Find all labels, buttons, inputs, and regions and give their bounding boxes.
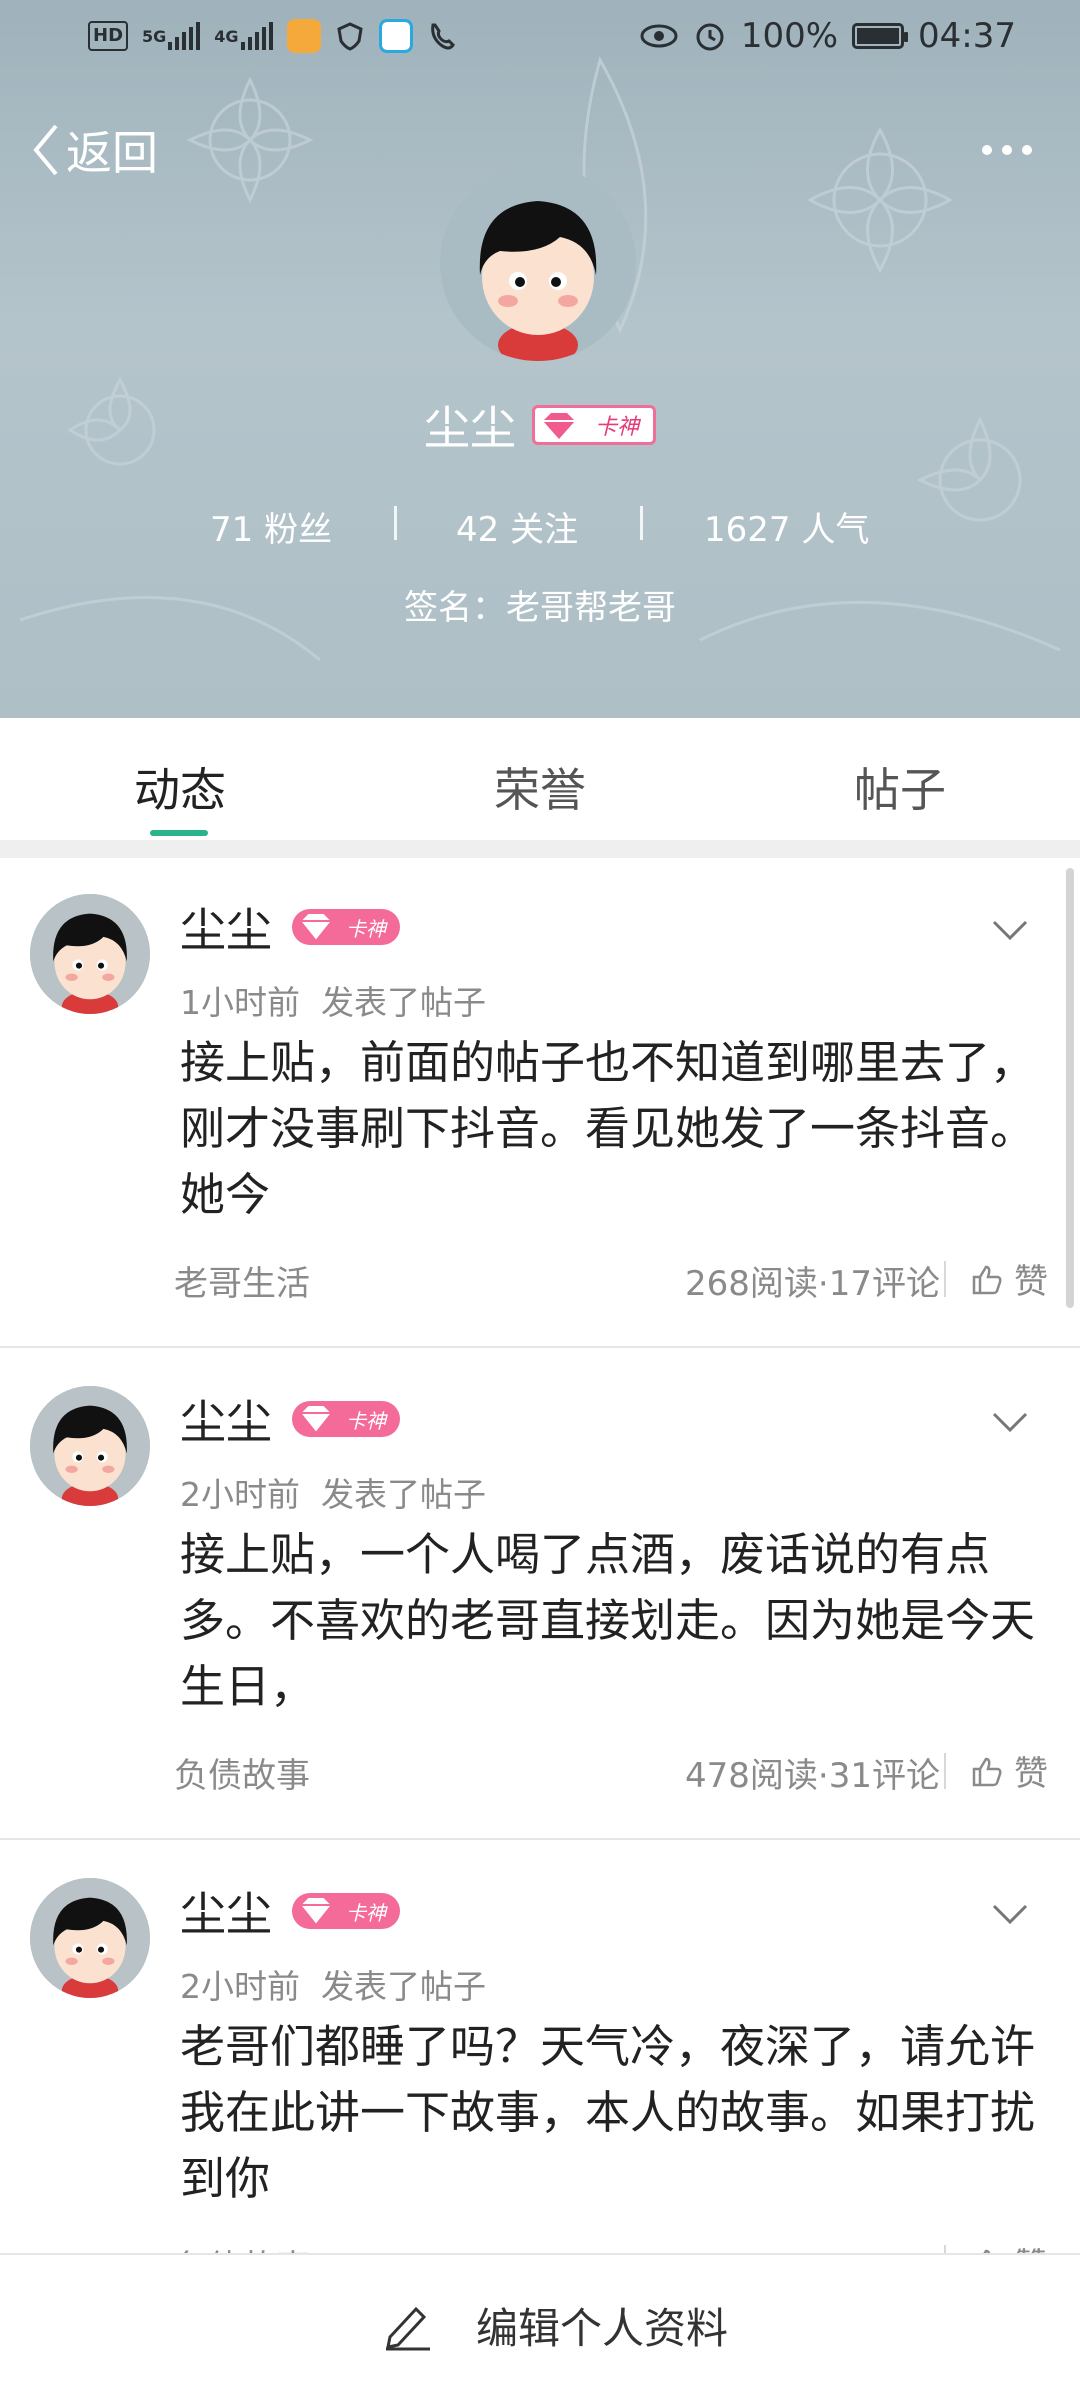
tab-honors[interactable]: 荣誉 — [430, 754, 650, 820]
post-author-row: 尘尘 卡神 — [180, 1386, 400, 1452]
app-notification-icon-2 — [378, 19, 413, 53]
shield-icon — [335, 16, 365, 56]
level-badge[interactable]: 卡神 — [532, 405, 656, 445]
profile-name-row: 尘尘 卡神 — [0, 392, 1080, 458]
fans-count[interactable]: 71 粉丝 — [210, 502, 332, 551]
cartoon-avatar-icon — [479, 201, 597, 361]
post-stats: 268阅读·17评论 — [685, 1264, 940, 1304]
gem-icon — [543, 413, 575, 439]
back-chevron-icon — [33, 124, 58, 176]
more-dots-icon — [982, 145, 992, 155]
eye-icon — [639, 16, 679, 56]
battery-icon — [852, 23, 909, 49]
profile-avatar[interactable] — [440, 165, 636, 361]
profile-username: 尘尘 — [424, 401, 516, 455]
post-avatar[interactable] — [30, 894, 150, 1014]
app-notification-icon — [286, 19, 321, 53]
gem-icon — [298, 912, 334, 943]
back-button[interactable]: 返回 — [30, 118, 158, 182]
cartoon-avatar-icon — [30, 1386, 150, 1506]
post-content[interactable]: 接上贴，一个人喝了点酒，废话说的有点多。不喜欢的老哥直接划走。因为她是今天生日， — [180, 1522, 1050, 1720]
post-meta: 2小时前 发表了帖子 — [180, 1967, 486, 2006]
post-stats: 478阅读·31评论 — [685, 1756, 940, 1796]
post-category[interactable]: 老哥生活 — [174, 1256, 310, 1305]
cartoon-avatar-icon — [30, 1878, 150, 1998]
feed-post[interactable]: 尘尘 卡神 2小时前 发表了帖子 接上贴，一个人喝了点酒，废话说的有点多。不喜欢… — [0, 1350, 1080, 1840]
level-badge[interactable]: 卡神 — [292, 1893, 400, 1929]
popularity-count: 1627 人气 — [704, 510, 870, 550]
post-content[interactable]: 老哥们都睡了吗？天气冷，夜深了，请允许我在此讲一下故事，本人的故事。如果打扰到你 — [180, 2014, 1050, 2212]
sim1-signal-icon: 5G — [142, 16, 201, 56]
section-divider — [0, 840, 1080, 858]
battery-percent: 100% — [740, 16, 839, 56]
tab-posts[interactable]: 帖子 — [790, 754, 1010, 820]
like-button[interactable]: 赞 — [944, 1254, 1048, 1303]
post-author-row: 尘尘 卡神 — [180, 1878, 400, 1944]
post-username[interactable]: 尘尘 — [180, 1386, 272, 1452]
bottom-action-bar: 编辑个人资料 — [0, 2253, 1080, 2400]
tab-dynamics[interactable]: 动态 — [70, 754, 290, 820]
feed-post[interactable]: 尘尘 卡神 1小时前 发表了帖子 接上贴，前面的帖子也不知道到哪里去了，刚才没事… — [0, 858, 1080, 1348]
post-category[interactable]: 负债故事 — [174, 2240, 310, 2253]
back-label: 返回 — [66, 126, 158, 180]
pencil-icon — [386, 2306, 430, 2350]
sim2-signal-icon: 4G — [214, 16, 273, 56]
thumbs-up-icon — [972, 1265, 1002, 1294]
like-button[interactable]: 赞 — [944, 1746, 1048, 1795]
edit-profile-label: 编辑个人资料 — [476, 2304, 729, 2353]
profile-stats: 71 粉丝 42 关注 1627 人气 — [0, 502, 1080, 552]
gem-icon — [298, 1896, 334, 1927]
more-options-button[interactable] — [982, 128, 1032, 172]
post-avatar[interactable] — [30, 1386, 150, 1506]
stats-divider — [394, 506, 397, 540]
thumbs-up-icon — [972, 1757, 1002, 1786]
alarm-icon — [693, 16, 727, 56]
activity-feed[interactable]: 尘尘 卡神 1小时前 发表了帖子 接上贴，前面的帖子也不知道到哪里去了，刚才没事… — [0, 858, 1080, 2253]
chevron-down-icon[interactable] — [990, 1902, 1030, 1926]
profile-tabs: 动态 荣誉 帖子 — [0, 718, 1080, 840]
chevron-down-icon[interactable] — [990, 1410, 1030, 1434]
post-category[interactable]: 负债故事 — [174, 1748, 310, 1797]
edit-profile-button[interactable]: 编辑个人资料 — [380, 2295, 728, 2356]
like-button[interactable]: 赞 — [944, 2238, 1048, 2253]
following-count[interactable]: 42 关注 — [456, 502, 578, 551]
gem-icon — [298, 1404, 334, 1435]
post-username[interactable]: 尘尘 — [180, 1878, 272, 1944]
profile-header: HD 5G 4G 100% 04:37 返回 尘尘 卡神 71 粉丝 42 关注… — [0, 0, 1080, 718]
level-badge[interactable]: 卡神 — [292, 909, 400, 945]
profile-signature: 签名：老哥帮老哥 — [404, 588, 676, 628]
post-meta: 2小时前 发表了帖子 — [180, 1475, 486, 1514]
chevron-down-icon[interactable] — [990, 918, 1030, 942]
clock-time: 04:37 — [918, 16, 1016, 56]
post-content[interactable]: 接上贴，前面的帖子也不知道到哪里去了，刚才没事刷下抖音。看见她发了一条抖音。她今 — [180, 1030, 1050, 1228]
hd-icon: HD — [88, 21, 129, 51]
active-tab-indicator — [150, 830, 208, 836]
cartoon-avatar-icon — [30, 894, 150, 1014]
post-avatar[interactable] — [30, 1878, 150, 1998]
level-badge[interactable]: 卡神 — [292, 1401, 400, 1437]
stats-divider — [640, 506, 643, 540]
post-author-row: 尘尘 卡神 — [180, 894, 400, 960]
feed-post[interactable]: 尘尘 卡神 2小时前 发表了帖子 老哥们都睡了吗？天气冷，夜深了，请允许我在此讲… — [0, 1842, 1080, 2253]
post-username[interactable]: 尘尘 — [180, 894, 272, 960]
phone-call-icon — [427, 16, 457, 56]
status-bar: HD 5G 4G 100% 04:37 — [0, 0, 1080, 78]
post-meta: 1小时前 发表了帖子 — [180, 983, 486, 1022]
